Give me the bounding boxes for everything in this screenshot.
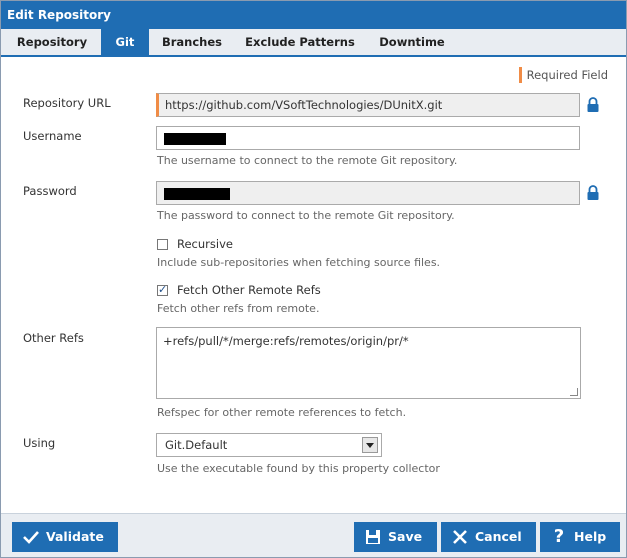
using-label: Using: [23, 436, 56, 450]
lock-icon[interactable]: [586, 97, 600, 113]
tab-branches[interactable]: Branches: [153, 29, 231, 55]
redacted-password: [164, 188, 230, 200]
tab-strip: Repository Git Branches Exclude Patterns…: [1, 29, 626, 57]
redacted-username: [164, 133, 226, 145]
using-selected-value: Git.Default: [165, 438, 228, 452]
validate-button[interactable]: Validate: [12, 522, 118, 552]
cancel-button[interactable]: Cancel: [441, 522, 536, 552]
username-field[interactable]: [156, 126, 580, 150]
help-label: Help: [574, 529, 607, 544]
recursive-checkbox[interactable]: [157, 239, 168, 250]
save-label: Save: [388, 529, 423, 544]
tab-repository[interactable]: Repository: [7, 29, 97, 55]
tab-git[interactable]: Git: [101, 29, 149, 55]
username-label: Username: [23, 129, 82, 143]
required-field-legend: Required Field: [518, 67, 608, 83]
help-button[interactable]: ? Help: [540, 522, 620, 552]
checkmark-icon: [20, 522, 42, 552]
dialog-title: Edit Repository: [1, 1, 626, 29]
dropdown-arrow-icon[interactable]: [362, 437, 378, 453]
password-label: Password: [23, 184, 77, 198]
password-field[interactable]: [156, 181, 580, 205]
validate-label: Validate: [46, 529, 104, 544]
fetch-other-refs-checkbox[interactable]: [157, 283, 168, 296]
password-hint: The password to connect to the remote Gi…: [157, 209, 455, 222]
floppy-disk-icon: [362, 522, 384, 552]
tab-exclude-patterns[interactable]: Exclude Patterns: [237, 29, 363, 55]
recursive-hint: Include sub-repositories when fetching s…: [157, 256, 441, 269]
username-hint: The username to connect to the remote Gi…: [157, 154, 458, 167]
tab-downtime[interactable]: Downtime: [367, 29, 457, 55]
repository-url-field[interactable]: https://github.com/VSoftTechnologies/DUn…: [156, 93, 580, 117]
using-select[interactable]: Git.Default: [156, 433, 382, 457]
recursive-label[interactable]: Recursive: [177, 237, 233, 251]
other-refs-hint: Refspec for other remote references to f…: [157, 406, 407, 419]
cancel-label: Cancel: [475, 529, 522, 544]
form-content: Required Field Repository URL https://gi…: [1, 57, 626, 513]
fetch-other-refs-label[interactable]: Fetch Other Remote Refs: [177, 283, 321, 297]
resize-handle[interactable]: [570, 388, 578, 396]
other-refs-textarea[interactable]: +refs/pull/*/merge:refs/remotes/origin/p…: [156, 327, 581, 399]
save-button[interactable]: Save: [354, 522, 437, 552]
repository-url-label: Repository URL: [23, 96, 111, 110]
fetch-other-refs-hint: Fetch other refs from remote.: [157, 302, 320, 315]
other-refs-value: +refs/pull/*/merge:refs/remotes/origin/p…: [163, 334, 409, 348]
edit-repository-dialog: Edit Repository Repository Git Branches …: [0, 0, 627, 558]
close-icon: [449, 522, 471, 552]
dialog-footer: Validate Save Cancel ? Help: [1, 513, 626, 557]
lock-icon[interactable]: [586, 185, 600, 201]
question-mark-icon: ?: [553, 526, 565, 547]
using-hint: Use the executable found by this propert…: [157, 462, 440, 475]
other-refs-label: Other Refs: [23, 331, 84, 345]
